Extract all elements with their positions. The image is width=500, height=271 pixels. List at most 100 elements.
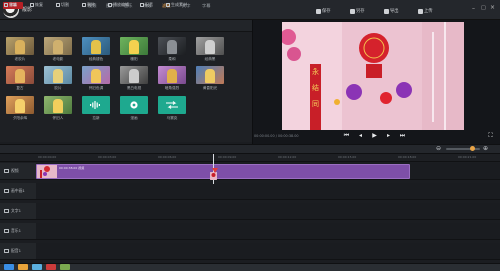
track-lane-text[interactable] [36, 203, 500, 220]
clip-label: 00:00:38.00 视频 [59, 166, 85, 170]
undo-label: 撤销 [9, 2, 17, 7]
transition-arrows-icon [166, 101, 178, 109]
zoom-out-icon[interactable]: ⊖ [436, 145, 441, 152]
filter-item[interactable]: 夕阳余晖 [2, 96, 38, 121]
track-header-pip[interactable]: 画中画1 [0, 183, 36, 200]
filter-label: 胶片 [54, 86, 62, 90]
delete-label: 删除 [87, 2, 95, 7]
filter-item[interactable]: 怀旧人 [40, 96, 76, 121]
cut-label: 切割 [61, 2, 69, 7]
save-as-button[interactable]: 另存 [350, 7, 365, 15]
export-button[interactable]: 导出 [384, 7, 399, 15]
filter-label: 复古 [16, 86, 24, 90]
clip-thumbnail [37, 165, 57, 178]
taskbar [0, 263, 500, 271]
film-icon [4, 169, 9, 173]
voiceover-label: 配音 [145, 2, 153, 7]
upload-label: 上传 [424, 9, 433, 14]
filter-thumbnail [44, 37, 72, 55]
filter-item[interactable]: 漫画 [116, 96, 152, 121]
preview-video: 永 结 同 [282, 22, 464, 130]
audio-wave-icon [90, 101, 100, 109]
effect-tile [158, 96, 186, 114]
video-clip[interactable] [36, 164, 410, 179]
filter-item[interactable]: 暖阳 [116, 37, 152, 62]
filter-item[interactable]: 马赛克 [154, 96, 190, 121]
taskbar-app-icon[interactable] [32, 264, 42, 270]
filter-thumbnail [82, 37, 110, 55]
filter-item[interactable]: 柔和 [154, 37, 190, 62]
filter-label: 老电影 [52, 57, 64, 61]
filter-label: 怀旧人 [52, 116, 64, 120]
close-icon[interactable]: × [490, 4, 495, 11]
text-icon [4, 209, 9, 213]
next-icon[interactable]: ⏭ [398, 131, 407, 140]
filter-label: 拉新 [92, 116, 100, 120]
filter-item[interactable]: 黄昏阳光 [192, 66, 228, 91]
track-label: 画中画1 [11, 188, 25, 193]
zoom-in-icon[interactable]: ⊕ [483, 145, 488, 152]
delete-button[interactable]: 删除 [82, 2, 95, 8]
edit-button[interactable]: 播放编辑 [108, 2, 129, 8]
preview-time: 00:00:00.00 / 00:00:38.00 [254, 134, 299, 138]
filter-item[interactable]: 经典黑 [192, 37, 228, 62]
taskbar-app-icon[interactable] [46, 264, 56, 270]
save-as-label: 另存 [356, 9, 365, 14]
filter-item[interactable]: 拉新 [78, 96, 114, 121]
track-header-music[interactable]: 音乐1 [0, 223, 36, 240]
filter-item[interactable]: 胶片 [40, 66, 76, 91]
step-back-icon[interactable]: ◂ [356, 131, 365, 140]
undo-button[interactable]: 撤销 [4, 2, 17, 8]
filter-thumbnail [6, 96, 34, 114]
fullscreen-icon[interactable]: ⛶ [486, 131, 495, 140]
redo-label: 恢复 [35, 2, 43, 7]
preview-image: 永 结 同 [282, 22, 464, 130]
taskbar-app-icon[interactable] [18, 264, 28, 270]
filter-label: 柔和 [168, 57, 176, 61]
track-header-video[interactable]: 视频 [0, 163, 36, 180]
voiceover-button[interactable]: 配音 [140, 2, 153, 8]
track-lane-voice[interactable] [36, 243, 500, 260]
filter-thumbnail [44, 66, 72, 84]
zoom-handle[interactable] [470, 146, 475, 151]
edit-label: 播放编辑 [113, 2, 129, 7]
filter-item[interactable]: 暗角强烈 [154, 66, 190, 91]
step-forward-icon[interactable]: ▸ [384, 131, 393, 140]
redo-button[interactable]: 恢复 [30, 2, 43, 8]
save-button[interactable]: 保存 [316, 7, 331, 15]
maximize-icon[interactable]: □ [481, 5, 486, 11]
filter-thumbnail [196, 66, 224, 84]
ruler-label: 00:00:12.00 [278, 155, 297, 159]
track-label: 配音1 [11, 248, 22, 253]
track-lane-music[interactable] [36, 223, 500, 240]
filter-item[interactable]: 经典褪色 [78, 37, 114, 62]
upload-button[interactable]: 上传 [418, 7, 433, 15]
filter-label: 黄昏阳光 [202, 86, 218, 90]
filter-label: 漫画 [130, 116, 138, 120]
filter-item[interactable]: 黑白电视 [116, 66, 152, 91]
track-lane-pip[interactable] [36, 183, 500, 200]
track-label: 视频 [11, 168, 19, 173]
play-icon[interactable]: ▶ [370, 131, 379, 140]
microphone-icon [140, 3, 144, 7]
minimize-icon[interactable]: – [472, 5, 475, 12]
tab-subtitle[interactable]: 字幕 [202, 3, 210, 9]
filter-item[interactable]: 复古 [2, 66, 38, 91]
generate-button[interactable]: 生成素材 [166, 2, 187, 8]
filter-item[interactable]: 怀旧色调 [78, 66, 114, 91]
undo-icon [4, 3, 8, 7]
track-header-text[interactable]: 文字1 [0, 203, 36, 220]
filter-item[interactable]: 老胶片 [2, 37, 38, 62]
filter-item[interactable]: 老电影 [40, 37, 76, 62]
track-header-voice[interactable]: 配音1 [0, 243, 36, 260]
prev-icon[interactable]: ⏮ [342, 131, 351, 140]
playhead-thumbnail[interactable] [210, 172, 217, 180]
save-as-icon [350, 8, 355, 14]
track-label: 文字1 [11, 208, 22, 213]
filter-thumbnail [158, 66, 186, 84]
filter-thumbnail [158, 37, 186, 55]
playhead-marker-icon[interactable] [212, 168, 218, 173]
taskbar-app-icon[interactable] [60, 264, 70, 270]
cut-button[interactable]: 切割 [56, 2, 69, 8]
start-icon[interactable] [4, 264, 14, 270]
